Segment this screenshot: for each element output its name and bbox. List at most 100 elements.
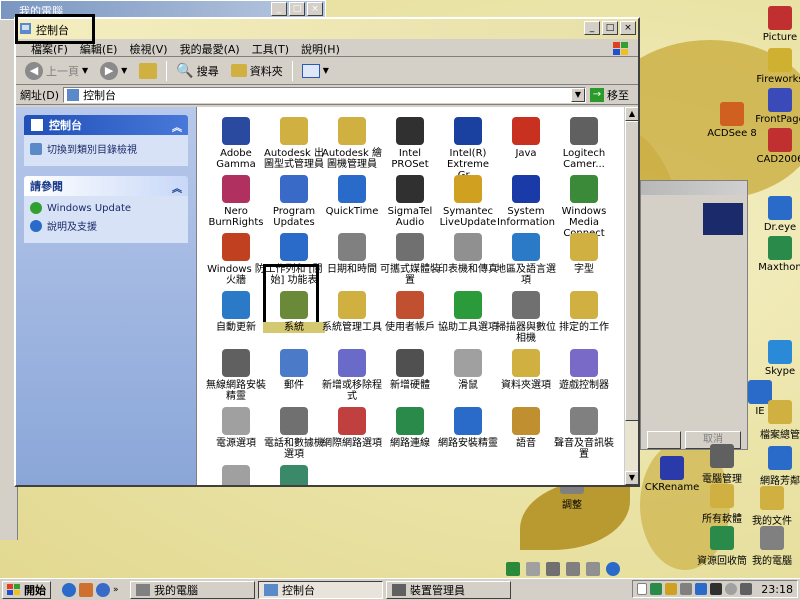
control-panel-item[interactable]: 自動更新 bbox=[205, 291, 267, 333]
windows-update-link[interactable]: Windows Update bbox=[30, 202, 182, 214]
more-quicklaunch-icon[interactable]: » bbox=[113, 585, 127, 595]
control-panel-item[interactable]: 排定的工作 bbox=[553, 291, 615, 333]
collapse-icon[interactable]: ︽ bbox=[172, 180, 182, 195]
antivirus-tray-icon[interactable] bbox=[665, 583, 678, 595]
control-panel-item[interactable]: 電源選項 bbox=[205, 407, 267, 449]
control-panel-header[interactable]: 控制台 ︽ bbox=[24, 115, 188, 135]
control-panel-item[interactable]: 網際網路選項 bbox=[321, 407, 383, 449]
desktop-icon[interactable]: Skype bbox=[748, 340, 800, 377]
desktop-icon[interactable]: Maxthon bbox=[748, 236, 800, 273]
taskbar-button-my-computer[interactable]: 我的電腦 bbox=[130, 580, 255, 599]
menu-item[interactable]: 我的最愛(A) bbox=[175, 41, 247, 56]
desktop-icon[interactable]: Picture bbox=[748, 6, 800, 43]
menu-item[interactable]: 說明(H) bbox=[296, 41, 347, 56]
control-panel-item[interactable]: 遊戲控制器 bbox=[553, 349, 615, 391]
desktop-icon[interactable]: 所有軟體 bbox=[690, 484, 754, 525]
control-panel-item[interactable]: 印表機和傳真 bbox=[437, 233, 499, 275]
tool-icon[interactable] bbox=[566, 562, 580, 576]
up-button[interactable] bbox=[136, 60, 160, 82]
dialog-ok-button[interactable] bbox=[647, 431, 681, 449]
control-panel-item[interactable]: 協助工具選項 bbox=[437, 291, 499, 333]
media-quicklaunch-icon[interactable] bbox=[96, 582, 110, 597]
control-panel-item[interactable]: 系統 bbox=[263, 291, 325, 333]
address-input[interactable]: 控制台 ▼ bbox=[63, 86, 586, 103]
control-panel-item[interactable]: 日期和時間 bbox=[321, 233, 383, 275]
control-panel-item[interactable]: Intel(R) Extreme Gr... bbox=[437, 117, 499, 181]
control-panel-item[interactable]: 網路安裝精靈 bbox=[437, 407, 499, 449]
ime-tray-icon[interactable] bbox=[710, 583, 723, 595]
control-panel-item[interactable]: 網路連線 bbox=[379, 407, 441, 449]
safely-remove-tray-icon[interactable] bbox=[740, 583, 753, 595]
control-panel-item[interactable]: System Information bbox=[495, 175, 557, 228]
control-panel-item[interactable]: 地區及語言選項 bbox=[495, 233, 557, 286]
control-panel-item[interactable]: 鍵盤 bbox=[205, 465, 267, 485]
help-support-link[interactable]: 說明及支援 bbox=[30, 218, 182, 233]
control-panel-item[interactable]: 電話和數據機選項 bbox=[263, 407, 325, 460]
window-titlebar[interactable]: 控制台 _ □ × bbox=[16, 19, 638, 39]
control-panel-item[interactable]: 新增或移除程式 bbox=[321, 349, 383, 402]
keyboard-icon[interactable] bbox=[526, 562, 540, 576]
vertical-scrollbar[interactable]: ▲ ▼ bbox=[624, 107, 638, 485]
control-panel-item[interactable]: Windows 防火牆 bbox=[205, 233, 267, 286]
desktop-icon[interactable]: 資源回收筒 bbox=[690, 526, 754, 567]
pen-icon[interactable] bbox=[546, 562, 560, 576]
folders-button[interactable]: 資料夾 bbox=[228, 60, 286, 82]
desktop-icon[interactable]: CAD2006 bbox=[748, 128, 800, 165]
menu-item[interactable]: 工具(T) bbox=[247, 41, 296, 56]
control-panel-item[interactable]: QuickTime bbox=[321, 175, 383, 217]
control-panel-item[interactable]: Autodesk 出圖型式管理員 bbox=[263, 117, 325, 170]
control-panel-item[interactable]: Logitech Camer... bbox=[553, 117, 615, 170]
desktop-icon[interactable]: 網路芳鄰 bbox=[748, 446, 800, 487]
see-also-header[interactable]: 請參閱 ︽ bbox=[24, 176, 188, 196]
control-panel-item[interactable]: 聲音及音訊裝置 bbox=[553, 407, 615, 460]
display-tray-icon[interactable] bbox=[695, 583, 708, 595]
collapse-icon[interactable]: ︽ bbox=[172, 119, 182, 134]
help-icon[interactable] bbox=[606, 562, 620, 576]
start-button[interactable]: 開始 bbox=[2, 580, 51, 599]
forward-button[interactable]: ▶ ▼ bbox=[97, 60, 130, 82]
control-panel-item[interactable]: Autodesk 繪圖機管理員 bbox=[321, 117, 383, 170]
control-panel-item[interactable]: Nero BurnRights bbox=[205, 175, 267, 228]
control-panel-item[interactable]: Java bbox=[495, 117, 557, 159]
maximize-icon[interactable]: □ bbox=[602, 21, 618, 35]
outlook-quicklaunch-icon[interactable] bbox=[79, 582, 93, 597]
switch-category-link[interactable]: 切換到類別目錄檢視 bbox=[30, 141, 182, 156]
menu-item[interactable]: 檢視(V) bbox=[124, 41, 174, 56]
go-button[interactable]: → 移至 bbox=[590, 87, 634, 103]
control-panel-item[interactable]: 語音 bbox=[495, 407, 557, 449]
desktop-icon[interactable]: 檔案總管 bbox=[748, 400, 800, 441]
update-tray-icon[interactable] bbox=[725, 583, 738, 595]
network-tray-icon[interactable] bbox=[650, 583, 663, 595]
control-panel-item[interactable]: 掃描器與數位相機 bbox=[495, 291, 557, 344]
control-panel-item[interactable]: 可攜式媒體裝置 bbox=[379, 233, 441, 286]
control-panel-item[interactable]: SigmaTel Audio bbox=[379, 175, 441, 228]
desktop-icon[interactable]: Dr.eye bbox=[748, 196, 800, 233]
control-panel-item[interactable]: 滑鼠 bbox=[437, 349, 499, 391]
control-panel-item[interactable]: Symantec LiveUpdate bbox=[437, 175, 499, 228]
chevron-down-icon[interactable]: ▼ bbox=[571, 87, 585, 102]
control-panel-item[interactable]: 系統管理工具 bbox=[321, 291, 383, 333]
control-panel-item[interactable]: 使用者帳戶 bbox=[379, 291, 441, 333]
control-panel-item[interactable]: 工作列和 [開始] 功能表 bbox=[263, 233, 325, 286]
taskbar-button-control-panel[interactable]: 控制台 bbox=[258, 580, 383, 599]
control-panel-item[interactable]: 字型 bbox=[553, 233, 615, 275]
taskbar-button-device-manager[interactable]: 裝置管理員 bbox=[386, 580, 511, 599]
control-panel-item[interactable]: Adobe Gamma bbox=[205, 117, 267, 170]
search-button[interactable]: 🔍 搜尋 bbox=[173, 60, 221, 82]
ie-quicklaunch-icon[interactable] bbox=[62, 582, 76, 597]
scrollbar-thumb[interactable] bbox=[625, 121, 638, 421]
close-icon[interactable]: × bbox=[307, 2, 323, 16]
close-icon[interactable]: × bbox=[620, 21, 636, 35]
tray-arrow-icon[interactable] bbox=[637, 583, 648, 595]
minimize-icon[interactable]: _ bbox=[271, 2, 287, 16]
control-panel-item[interactable]: 顯示 bbox=[263, 465, 325, 485]
minimize-icon[interactable]: _ bbox=[584, 21, 600, 35]
maximize-icon[interactable]: □ bbox=[289, 2, 305, 16]
control-panel-item[interactable]: 郵件 bbox=[263, 349, 325, 391]
control-panel-item[interactable]: Program Updates bbox=[263, 175, 325, 228]
back-button[interactable]: ◀ 上一頁 ▼ bbox=[22, 60, 91, 82]
settings-icon[interactable] bbox=[586, 562, 600, 576]
views-button[interactable]: ▼ bbox=[299, 60, 332, 82]
control-panel-item[interactable]: 無線網路安裝精靈 bbox=[205, 349, 267, 402]
control-panel-item[interactable]: 新增硬體 bbox=[379, 349, 441, 391]
